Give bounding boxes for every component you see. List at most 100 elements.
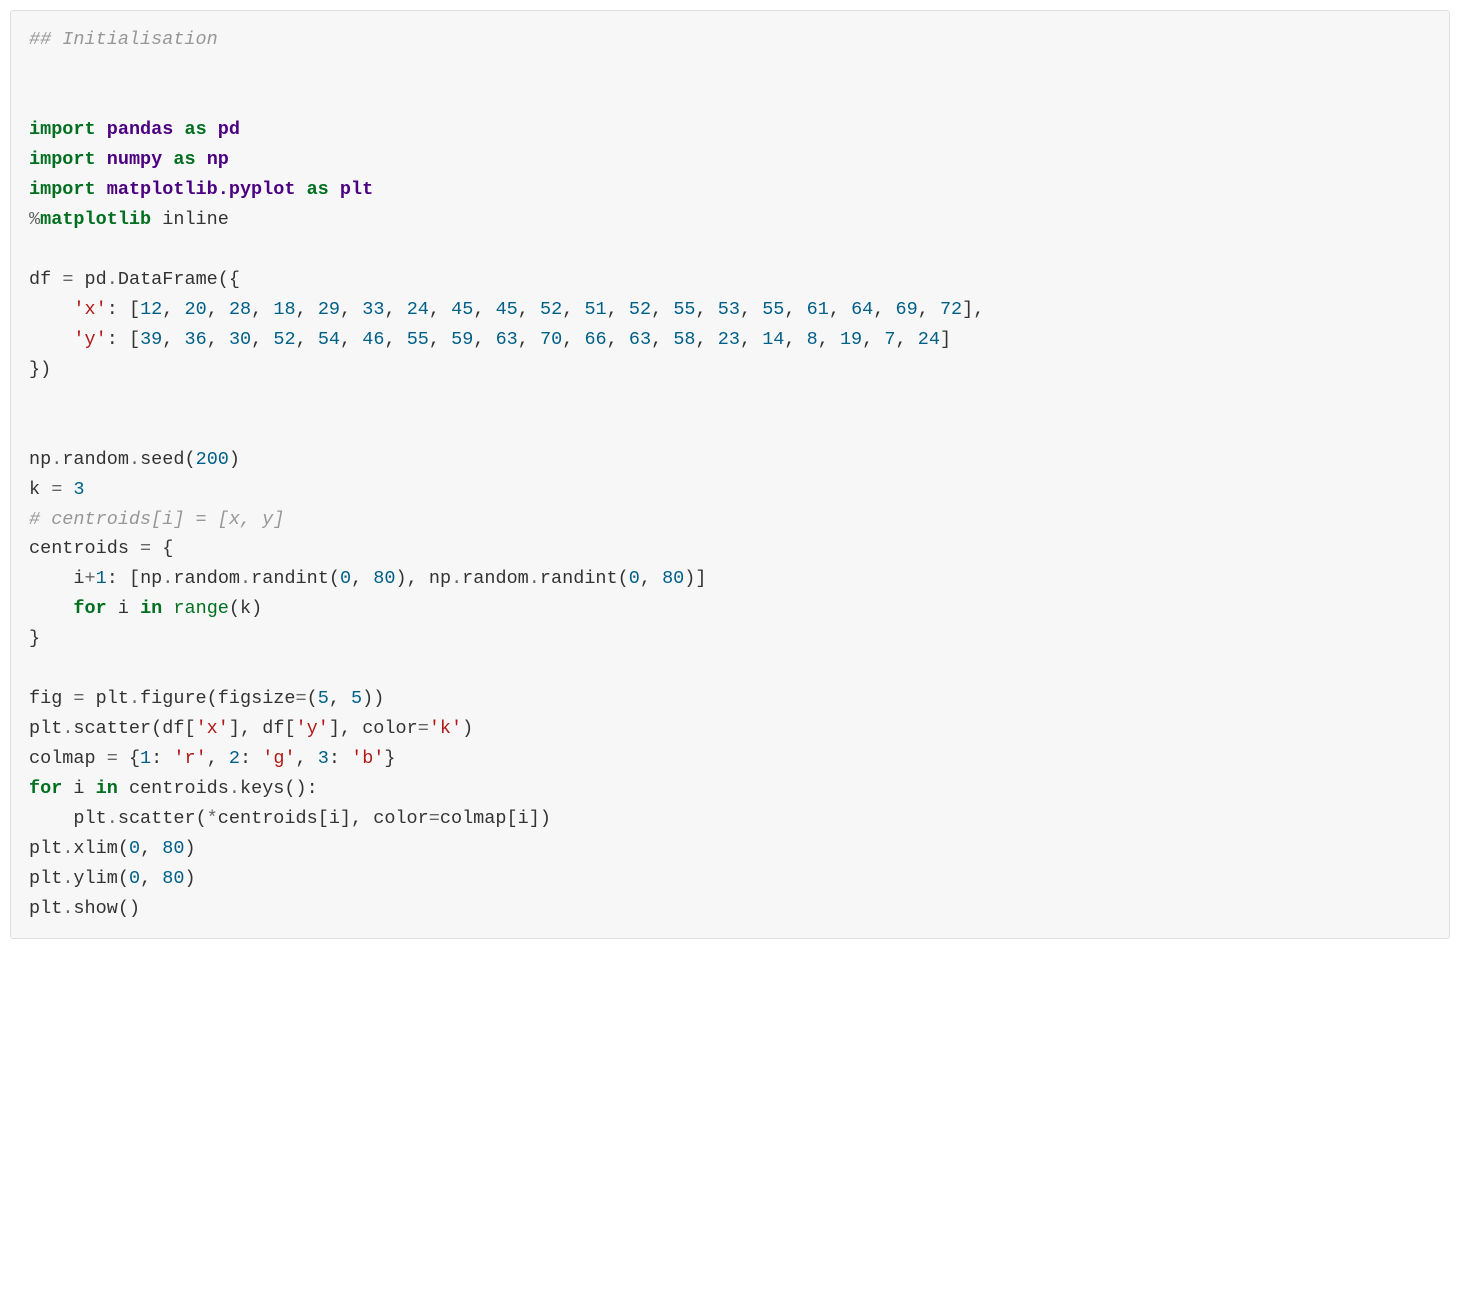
eighty: 80 [373,568,395,589]
comma: , [162,329,184,350]
for-kw: for [73,598,106,619]
eighty: 80 [162,868,184,889]
number-literal: 51 [584,299,606,320]
comma: , [607,329,629,350]
number-literal: 52 [273,329,295,350]
comma: , [329,688,351,709]
comma: , [873,299,895,320]
zero: 0 [629,568,640,589]
number-literal: 61 [807,299,829,320]
sq-open: [ [184,718,195,739]
paren: ( [118,868,129,889]
comma: , [429,329,451,350]
number-literal: 19 [840,329,862,350]
sq-close: ] [529,808,540,829]
in-kw: in [96,778,118,799]
number-literal: 46 [362,329,384,350]
number-literal: 24 [407,299,429,320]
comma: , [351,568,373,589]
five: 5 [351,688,362,709]
zero: 0 [129,838,140,859]
random-attr: random [62,449,129,470]
one: 1 [96,568,107,589]
comma: , [696,299,718,320]
number-literal: 23 [718,329,740,350]
number-literal: 7 [884,329,895,350]
paren-close: ) [373,688,384,709]
paren-close: ) [229,449,240,470]
centroids-var: centroids [29,538,129,559]
plus: + [85,568,96,589]
paren-close: ) [185,868,196,889]
paren-close: ) [185,838,196,859]
magic-arg: inline [151,209,229,230]
brace-close: } [29,359,40,380]
number-literal: 58 [673,329,695,350]
eq-sign: = [418,718,429,739]
alias-pd: pd [218,119,240,140]
paren-close: ) [296,778,307,799]
alias-np: np [207,149,229,170]
number-literal: 20 [185,299,207,320]
range-call: range [173,598,229,619]
comma: , [651,329,673,350]
comma: , [740,329,762,350]
number-literal: 55 [673,299,695,320]
number-literal: 12 [140,299,162,320]
number-literal: 59 [451,329,473,350]
dot: . [51,449,62,470]
one: 1 [140,748,151,769]
plt-ref: plt [29,898,62,919]
x-str: 'x' [196,718,229,739]
comma: , [651,299,673,320]
paren: ( [229,598,240,619]
random-attr: random [462,568,529,589]
xlim-call: xlim [73,838,117,859]
comma: , [207,748,229,769]
comma: , [784,329,806,350]
comma: , [140,868,162,889]
comma: , [473,299,495,320]
number-literal: 24 [918,329,940,350]
comma: , [407,568,429,589]
number-literal: 53 [718,299,740,320]
k-val: 3 [73,479,84,500]
centroids-comment: # centroids[i] = [x, y] [29,509,284,530]
plt-ref: plt [29,718,62,739]
x-key: 'x' [73,299,106,320]
colon-stmt: : [307,778,318,799]
paren: ( [618,568,629,589]
number-literal: 52 [629,299,651,320]
k-var: k [240,598,251,619]
colon: : [107,329,129,350]
figure-call: figure [140,688,207,709]
eq: = [40,479,73,500]
dot: . [451,568,462,589]
code-cell: ## Initialisation import pandas as pd im… [10,10,1450,939]
sq-open: [ [129,329,140,350]
comma: , [207,329,229,350]
comment-header: ## Initialisation [29,29,218,50]
np-ref: np [140,568,162,589]
paren-close: ) [462,718,473,739]
comma: , [251,329,273,350]
r-str: 'r' [173,748,206,769]
paren: ( [218,269,229,290]
alias-plt: plt [340,179,373,200]
paren: ( [118,898,129,919]
number-literal: 30 [229,329,251,350]
as-kw: as [184,119,206,140]
number-literal: 55 [762,299,784,320]
three: 3 [318,748,329,769]
sq-close: ] [695,568,706,589]
comma: , [562,299,584,320]
comma: , [784,299,806,320]
eq: = [62,688,95,709]
comma: , [518,299,540,320]
scatter-call: scatter [73,718,151,739]
colon: : [151,748,173,769]
comma: , [473,329,495,350]
i-var: i [118,598,129,619]
number-literal: 63 [629,329,651,350]
sq-open: [ [284,718,295,739]
